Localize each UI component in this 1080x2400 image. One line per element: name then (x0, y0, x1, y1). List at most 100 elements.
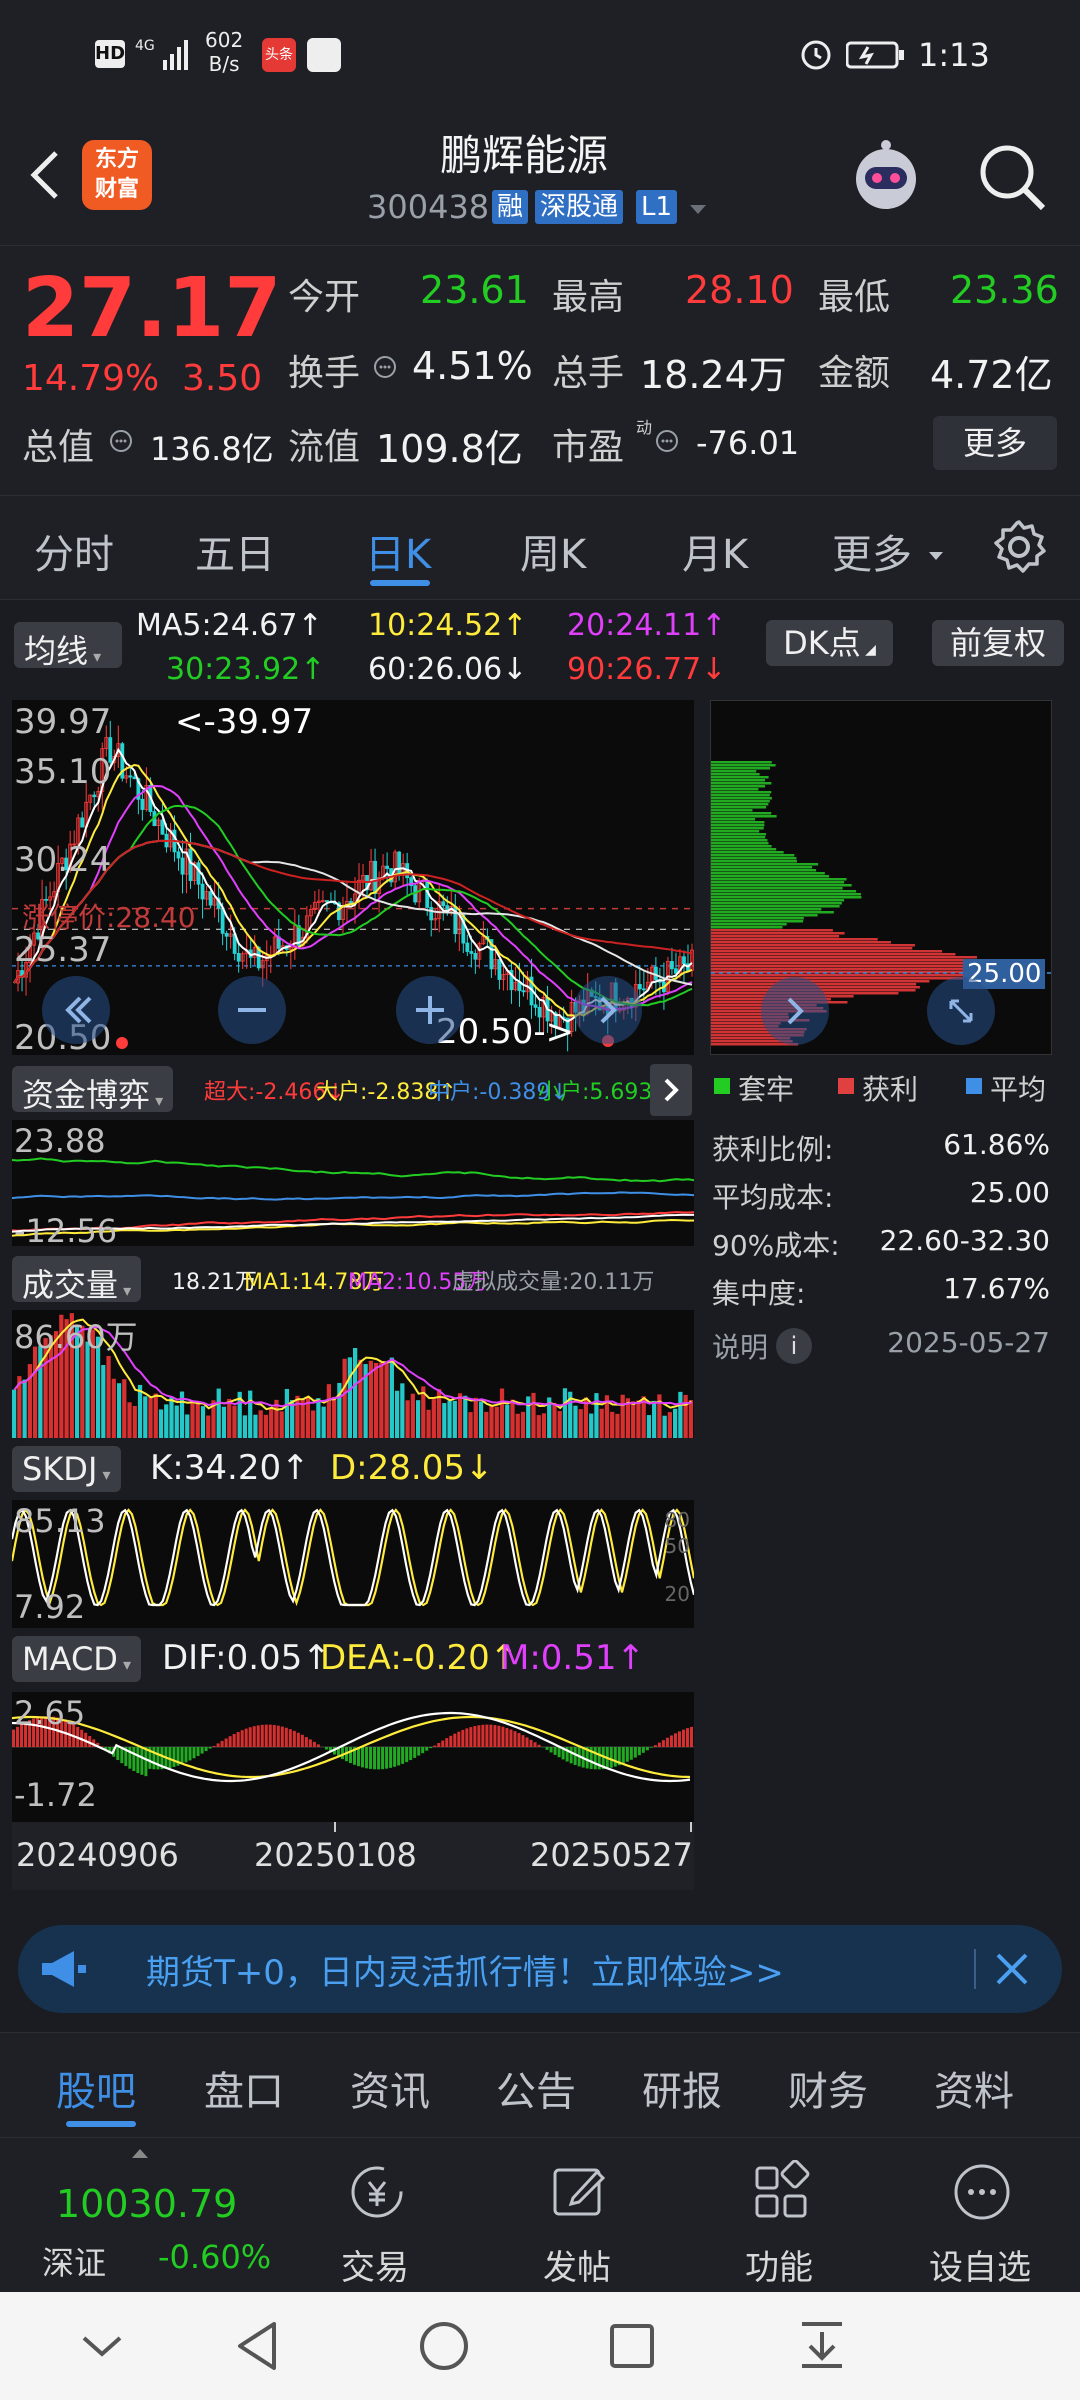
nav-recents-icon[interactable] (606, 2320, 658, 2372)
macd-histogram-bar (633, 1747, 637, 1758)
expand-right-button[interactable] (650, 1064, 692, 1116)
nav-home-icon[interactable] (416, 2318, 472, 2374)
volume-bar (248, 1390, 253, 1438)
macd-panel[interactable]: 2.65 -1.72 (12, 1692, 694, 1822)
volume-bar (384, 1361, 389, 1438)
functions-button[interactable]: 功能 (679, 2138, 879, 2293)
ma90-label: 90:26.77↓ (567, 652, 727, 687)
cost90-value: 22.60-32.30 (879, 1224, 1050, 1257)
macd-histogram-bar (629, 1747, 633, 1760)
promo-banner[interactable]: 期货T+0，日内灵活抓行情！立即体验>> (18, 1925, 1062, 2013)
tab-guba[interactable]: 股吧 (56, 2059, 136, 2117)
tab-yuek[interactable]: 月K (682, 522, 748, 580)
info-circle-icon[interactable] (654, 428, 680, 454)
macd-histogram-bar (457, 1731, 461, 1747)
info-icon[interactable]: i (776, 1328, 812, 1364)
scroll-left-button[interactable] (42, 976, 110, 1044)
nav-download-icon[interactable] (794, 2318, 850, 2374)
ma-selector[interactable]: 均线 ▾ (14, 622, 122, 670)
chip-bar (711, 785, 766, 788)
volume-bar (263, 1414, 269, 1438)
add-watchlist-label: 设自选 (929, 2248, 1031, 2288)
volume-bar (667, 1412, 673, 1438)
trade-button[interactable]: 交易 (275, 2138, 475, 2293)
skdj-y-top: 85.13 (14, 1502, 106, 1540)
tab-gonggao[interactable]: 公告 (496, 2059, 576, 2117)
robot-assistant-icon[interactable] (845, 135, 927, 217)
volume-panel[interactable]: 86.60万 (12, 1310, 694, 1438)
badge-l1[interactable]: L1 (636, 190, 678, 224)
promo-divider (974, 1949, 976, 1989)
active-tab-indicator (370, 580, 430, 586)
nav-collapse-icon[interactable] (78, 2322, 126, 2370)
macd-histogram-bar (641, 1747, 645, 1753)
expand-icon[interactable] (927, 977, 995, 1045)
volume-bar (620, 1394, 625, 1438)
volume-bar (111, 1378, 116, 1438)
candle-body (473, 953, 478, 960)
zoom-in-button[interactable] (396, 976, 464, 1044)
volume-bar (321, 1406, 326, 1438)
tab-zhouk[interactable]: 周K (520, 522, 586, 580)
close-icon[interactable] (990, 1947, 1034, 1991)
tab-fenshi[interactable]: 分时 (34, 522, 114, 580)
macd-histogram-bar (324, 1747, 328, 1750)
chip-note-label[interactable]: 说明 (712, 1326, 768, 1366)
add-watchlist-button[interactable]: 设自选 (880, 2138, 1080, 2293)
skdj-selector[interactable]: SKDJ ▾ (12, 1446, 121, 1492)
volume-bar (394, 1390, 400, 1438)
info-circle-icon[interactable] (108, 428, 134, 454)
skdj-panel[interactable]: 85.13 7.92 80 50 20 (12, 1500, 694, 1628)
volume-bar (342, 1358, 347, 1438)
back-icon[interactable] (20, 145, 70, 205)
tab-caiwu[interactable]: 财务 (788, 2059, 868, 2117)
tab-more[interactable]: 更多 (832, 522, 912, 580)
dk-point-button[interactable]: DK点 ◢ (766, 620, 893, 666)
fund-flow-selector[interactable]: 资金博弈 ▾ (12, 1066, 174, 1114)
macd-histogram-bar (549, 1747, 553, 1753)
macd-histogram-bar (477, 1725, 481, 1747)
chip-distribution-panel[interactable]: 25.00 (710, 700, 1053, 1055)
volume-bar (631, 1401, 636, 1438)
promo-text[interactable]: 期货T+0，日内灵活抓行情！立即体验>> (146, 1945, 784, 1994)
logo-line2: 财富 (94, 177, 139, 202)
macd-histogram-bar (685, 1728, 689, 1747)
nav-back-icon[interactable] (230, 2318, 286, 2374)
fund-flow-panel[interactable]: 23.88 -12.56 (12, 1120, 694, 1250)
volume-bar (22, 1379, 27, 1438)
index-name: 深证 (42, 2244, 107, 2282)
macd-histogram-bar (553, 1747, 557, 1755)
volume-selector[interactable]: 成交量 ▾ (12, 1256, 142, 1304)
app-logo[interactable]: 东方 财富 (82, 140, 152, 210)
info-circle-icon[interactable] (372, 354, 398, 380)
chip-bar (711, 842, 769, 845)
chip-bar (711, 851, 784, 854)
chevron-down-icon[interactable] (688, 202, 708, 216)
battery-icon (845, 40, 906, 70)
gear-icon[interactable] (990, 518, 1048, 576)
skdj-k: K:34.20↑ (150, 1448, 310, 1488)
tab-wuri[interactable]: 五日 (195, 522, 275, 580)
post-button[interactable]: 发帖 (477, 2138, 677, 2293)
volume-bar (489, 1405, 494, 1438)
zoom-out-button[interactable] (218, 976, 286, 1044)
tab-yanbao[interactable]: 研报 (642, 2059, 722, 2117)
tab-pankou[interactable]: 盘口 (204, 2059, 284, 2117)
scroll-right-button[interactable] (574, 976, 642, 1044)
more-button[interactable]: 更多 (933, 416, 1057, 470)
tab-ziliao[interactable]: 资料 (934, 2059, 1014, 2117)
macd-histogram-bar (300, 1734, 304, 1747)
macd-histogram-bar (521, 1735, 525, 1747)
tab-zixun[interactable]: 资讯 (350, 2059, 430, 2117)
forward-adjust-button[interactable]: 前复权 (932, 620, 1064, 666)
bag-icon (307, 38, 341, 72)
index-ticker[interactable]: 10030.79 深证 -0.60% (0, 2138, 300, 2293)
kline-panel[interactable]: 39.97 35.10 30.24 25.37 20.50 <-39.97 20… (12, 700, 694, 1058)
chip-scroll-button[interactable] (761, 977, 829, 1045)
caret-down-icon: ▾ (88, 647, 102, 666)
volume-bar (562, 1388, 568, 1438)
tab-rik[interactable]: 日K (365, 522, 431, 580)
search-icon[interactable] (975, 140, 1050, 215)
macd-selector[interactable]: MACD ▾ (12, 1636, 142, 1682)
volume-bar (164, 1404, 169, 1438)
